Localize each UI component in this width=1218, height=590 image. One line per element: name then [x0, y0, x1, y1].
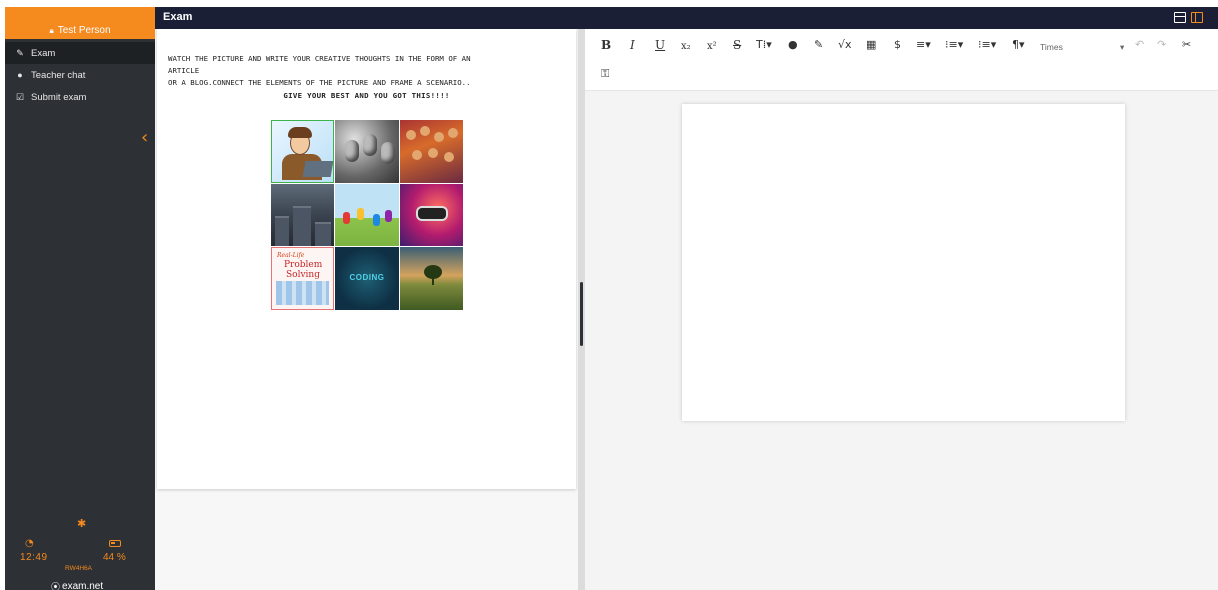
sidebar-item-label: Teacher chat [31, 69, 86, 81]
user-badge: 🔒︎ Test Person [5, 7, 155, 39]
cartoon-coder-image [271, 120, 335, 183]
superscript-button[interactable]: x² [707, 40, 717, 54]
editor-toolbar: B I U x₂ x² S T⁞▾ ● ✎ √x ▦ $ ≡▾ ⁝≡▾ ⁝≡▾ … [585, 29, 1218, 91]
tile-text: CODING [349, 273, 385, 283]
logo-icon: ⦿ [51, 583, 61, 590]
vertical-layout-icon[interactable] [1191, 12, 1203, 23]
tile-text: Real-Life [277, 252, 305, 260]
math-formula-button[interactable]: √x [838, 38, 852, 52]
collapse-sidebar-icon[interactable]: ‹ [141, 129, 148, 147]
header-bar: Exam [155, 7, 1218, 29]
resize-handle[interactable] [580, 282, 583, 346]
sidebar-item-exam[interactable]: ✎ Exam [5, 42, 155, 64]
playground-image [335, 183, 399, 247]
chat-icon: ● [17, 70, 23, 80]
vr-headset-image [399, 183, 463, 247]
horizontal-layout-icon[interactable] [1174, 12, 1186, 23]
tile-text: Solving [286, 270, 320, 281]
ruined-city-image [271, 183, 335, 247]
align-dropdown[interactable]: ≡▾ [916, 38, 931, 52]
special-tools-icon[interactable]: ⚿ [601, 67, 609, 81]
clock-icon: ◔ [25, 538, 34, 549]
sidebar-item-submit-exam[interactable]: ☑ Submit exam [5, 86, 155, 108]
brand-name: exam.net [62, 581, 104, 590]
paragraph-dropdown[interactable]: ¶▾ [1012, 38, 1025, 52]
coding-image: CODING [335, 247, 399, 310]
sidebar: 🔒︎ Test Person ✎ Exam ● Teacher chat ☑ S… [5, 7, 155, 590]
tree-landscape-image [399, 247, 463, 310]
brand-logo: ⦿ exam.net [51, 580, 103, 590]
scissors-icon[interactable]: ✂ [1182, 38, 1191, 52]
battery-icon [109, 540, 121, 547]
ordered-list-dropdown[interactable]: ⁝≡▾ [945, 38, 963, 52]
question-line: ARTICLE [168, 66, 200, 75]
question-text: WATCH THE PICTURE AND WRITE YOUR CREATIV… [168, 53, 548, 89]
strikethrough-button[interactable]: S [733, 38, 741, 52]
page-title: Exam [163, 11, 193, 23]
tile-text: Problem [284, 260, 323, 271]
question-line: WATCH THE PICTURE AND WRITE YOUR CREATIV… [168, 54, 471, 63]
chevron-down-icon[interactable]: ▾ [1120, 40, 1124, 54]
text-size-dropdown[interactable]: T⁞▾ [756, 38, 772, 52]
bold-button[interactable]: B [601, 38, 611, 52]
lock-icon: 🔒︎ [49, 26, 54, 35]
sidebar-item-teacher-chat[interactable]: ● Teacher chat [5, 64, 155, 86]
user-name: Test Person [57, 25, 111, 36]
highlight-brush-icon[interactable]: ✎ [814, 38, 823, 52]
question-line: OR A BLOG.CONNECT THE ELEMENTS OF THE PI… [168, 78, 471, 87]
table-icon[interactable]: ▦ [866, 38, 876, 52]
gear-icon[interactable]: ✱ [77, 517, 86, 530]
robots-image [335, 120, 399, 183]
crowd-image [399, 120, 463, 183]
checkbox-icon: ☑ [15, 91, 25, 102]
question-card: WATCH THE PICTURE AND WRITE YOUR CREATIV… [157, 29, 576, 489]
app-window: 🔒︎ Test Person ✎ Exam ● Teacher chat ☑ S… [0, 0, 1218, 590]
exam-code: RW4H6A [65, 565, 92, 572]
unordered-list-dropdown[interactable]: ⁝≡▾ [978, 38, 996, 52]
dollar-icon[interactable]: $ [894, 38, 901, 52]
edit-icon: ✎ [16, 47, 24, 58]
italic-button[interactable]: I [630, 38, 635, 52]
sidebar-item-label: Submit exam [31, 91, 87, 103]
text-color-icon[interactable]: ● [788, 38, 798, 52]
editor-document[interactable] [682, 104, 1125, 421]
battery-level: 44 % [103, 552, 126, 563]
font-family-select[interactable]: Times [1040, 40, 1063, 54]
redo-icon[interactable]: ↷ [1157, 38, 1166, 52]
picture-collage: Real-Life Problem Solving CODING [271, 120, 463, 310]
underline-button[interactable]: U [655, 38, 665, 52]
problem-solving-image: Real-Life Problem Solving [271, 247, 335, 310]
clock-time: 12:49 [20, 552, 48, 563]
question-line-bold: GIVE YOUR BEST AND YOU GOT THIS!!!! [283, 91, 450, 100]
subscript-button[interactable]: x₂ [681, 40, 691, 54]
sidebar-item-label: Exam [31, 47, 56, 59]
undo-icon[interactable]: ↶ [1135, 38, 1144, 52]
